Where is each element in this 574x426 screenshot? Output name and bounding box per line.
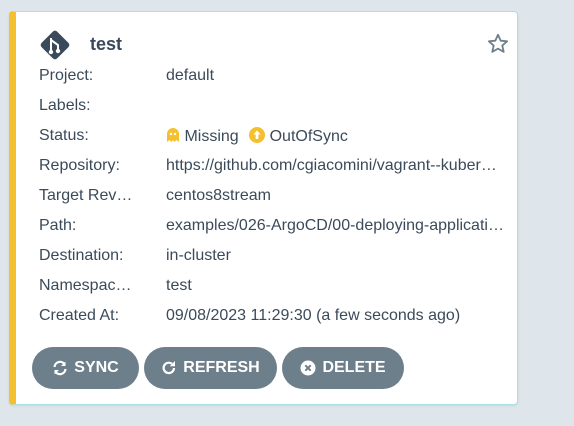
- labels-label: Labels:: [39, 97, 91, 114]
- refresh-icon: [162, 361, 176, 375]
- sync-icon: [53, 360, 67, 376]
- refresh-button[interactable]: REFRESH: [144, 347, 277, 389]
- star-outline-icon[interactable]: [486, 32, 510, 56]
- repository-value: https://github.com/cgiacomini/vagrant--k…: [166, 157, 497, 174]
- arrow-up-circle-icon: [249, 127, 266, 143]
- status-label: Status:: [39, 127, 89, 144]
- application-card[interactable]: test Project: default Labels: Status: Mi…: [9, 11, 518, 405]
- project-value: default: [166, 67, 215, 84]
- destination-value: in-cluster: [166, 247, 231, 264]
- delete-button[interactable]: DELETE: [282, 347, 404, 389]
- target-revision-label: Target Rev…: [39, 187, 133, 204]
- namespace-label: Namespac…: [39, 277, 132, 294]
- sync-button[interactable]: SYNC: [32, 347, 139, 389]
- path-value: examples/026-ArgoCD/00-deploying-applica…: [166, 217, 504, 234]
- close-circle-icon: [300, 360, 316, 376]
- sync-button-label: SYNC: [74, 359, 119, 376]
- created-at-value: 09/08/2023 11:29:30 (a few seconds ago): [166, 307, 461, 324]
- health-status-text: Missing: [184, 128, 239, 145]
- created-at-label: Created At:: [39, 307, 120, 324]
- status-value: Missing OutOfSync: [166, 127, 511, 146]
- namespace-value: test: [166, 277, 192, 294]
- path-label: Path:: [39, 217, 77, 234]
- sync-status-text: OutOfSync: [269, 128, 348, 145]
- app-title[interactable]: test: [90, 34, 122, 55]
- delete-button-label: DELETE: [322, 359, 386, 376]
- ghost-icon: [167, 128, 179, 142]
- repository-label: Repository:: [39, 157, 120, 174]
- refresh-button-label: REFRESH: [183, 359, 260, 376]
- project-label: Project:: [39, 67, 94, 84]
- target-revision-value: centos8stream: [166, 187, 271, 204]
- destination-label: Destination:: [39, 247, 124, 264]
- git-diamond-icon: [40, 30, 70, 60]
